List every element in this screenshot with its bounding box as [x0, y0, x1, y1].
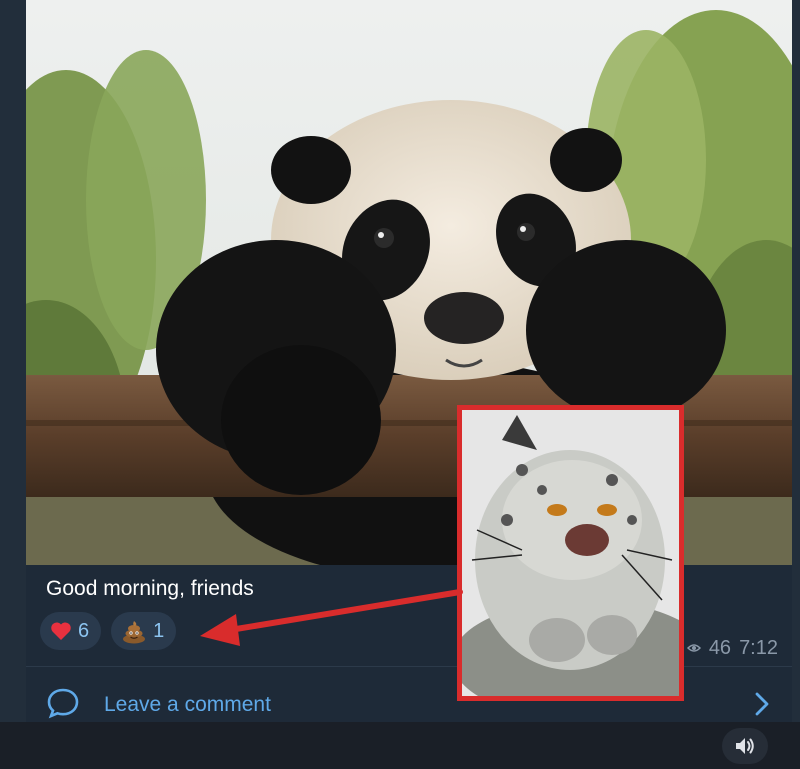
chevron-right-icon: [755, 692, 769, 716]
views-icon: [686, 644, 701, 652]
left-edge: [0, 0, 26, 722]
screen: Good morning, friends 6 1 46 7:12 Leave …: [0, 0, 800, 769]
post-meta: 46 7:12: [686, 637, 778, 660]
speaker-icon: [736, 738, 754, 754]
reactions-bar: 6 1: [40, 612, 177, 650]
heart-icon: [51, 622, 71, 640]
poop-count: 1: [153, 619, 165, 642]
snow-leopard-image: [462, 410, 679, 696]
poop-emoji-icon: [123, 621, 146, 644]
bottom-bar: [0, 722, 800, 769]
sound-toggle-button[interactable]: [722, 728, 768, 764]
reaction-poop[interactable]: 1: [111, 612, 177, 650]
right-edge: [792, 0, 800, 722]
heart-count: 6: [78, 619, 90, 642]
reaction-heart[interactable]: 6: [40, 612, 102, 650]
annotation-arrow: [200, 589, 463, 646]
post-time: 7:12: [739, 637, 778, 659]
leave-comment-label[interactable]: Leave a comment: [104, 693, 271, 717]
view-count: 46: [708, 637, 732, 659]
comment-bubble-icon: [47, 688, 79, 719]
annotation-inset-image: [457, 405, 684, 701]
